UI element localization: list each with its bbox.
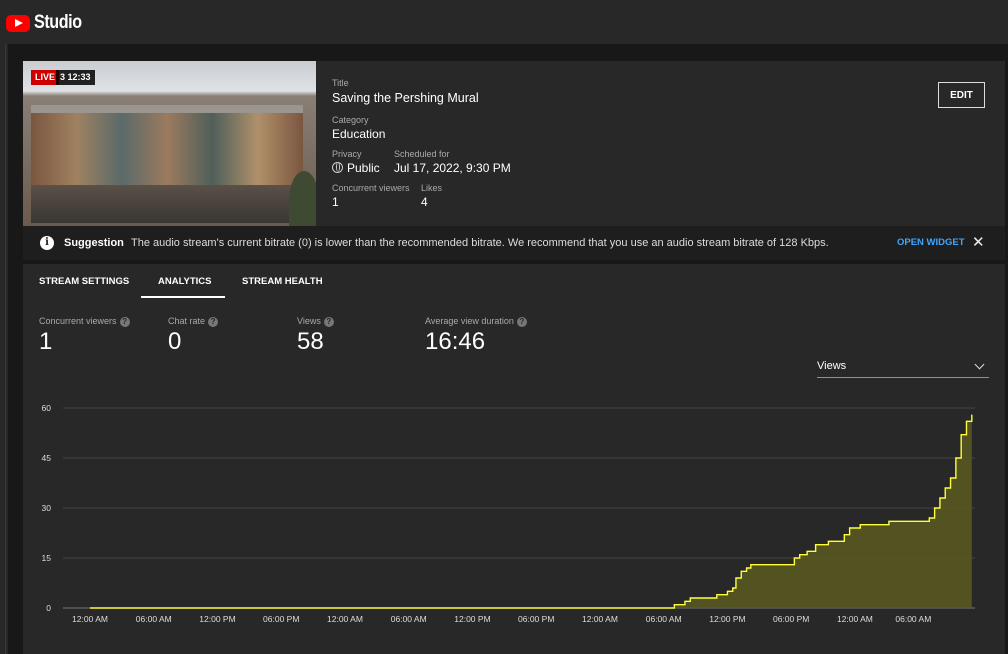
stat-label-chat-rate: Chat rate?	[168, 316, 219, 327]
help-icon[interactable]: ?	[119, 317, 130, 327]
y-tick-label: 0	[46, 603, 51, 613]
suggestion-title: Suggestion	[64, 237, 124, 249]
x-tick-label: 06:00 PM	[263, 614, 299, 624]
suggestion-banner: i Suggestion The audio stream's current …	[23, 226, 1005, 260]
stat-label-views: Views?	[297, 316, 334, 327]
studio-logo[interactable]: Studio	[6, 12, 90, 34]
stat-label-concurrent-viewers: Concurrent viewers?	[39, 316, 130, 327]
likes-label: Likes	[421, 183, 443, 193]
tree-image	[289, 171, 316, 226]
youtube-logo-icon	[6, 14, 30, 32]
stat-label-average-view-duration: Average view duration?	[425, 316, 527, 327]
x-tick-label: 12:00 PM	[709, 614, 745, 624]
x-tick-label: 06:00 AM	[646, 614, 682, 624]
metric-select[interactable]: Views	[817, 358, 989, 378]
top-bar: Studio	[0, 0, 1008, 44]
stream-title: Saving the Pershing Mural	[332, 91, 479, 105]
y-tick-label: 15	[42, 553, 52, 563]
stat-value-views: 58	[297, 328, 324, 355]
tab-stream-settings[interactable]: STREAM SETTINGS	[39, 276, 129, 287]
x-tick-label: 12:00 AM	[837, 614, 873, 624]
x-tick-label: 06:00 AM	[391, 614, 427, 624]
x-tick-label: 12:00 PM	[454, 614, 490, 624]
y-tick-label: 30	[42, 503, 52, 513]
edit-button[interactable]: EDIT	[938, 82, 985, 108]
privacy-label: Privacy	[332, 149, 362, 159]
category-label: Category	[332, 115, 369, 125]
likes-value: 4	[421, 195, 428, 209]
tab-stream-health[interactable]: STREAM HEALTH	[242, 276, 323, 287]
left-sidebar	[0, 44, 8, 654]
tab-analytics[interactable]: ANALYTICS	[158, 276, 212, 287]
concurrent-viewers-label: Concurrent viewers	[332, 183, 410, 193]
x-tick-label: 06:00 PM	[773, 614, 809, 624]
mural-image	[31, 105, 303, 223]
scheduled-value: Jul 17, 2022, 9:30 PM	[394, 161, 511, 175]
globe-icon	[332, 162, 343, 173]
y-tick-label: 60	[42, 403, 52, 413]
help-icon[interactable]: ?	[516, 317, 527, 327]
suggestion-text: The audio stream's current bitrate (0) i…	[131, 237, 829, 249]
active-tab-indicator	[141, 296, 225, 298]
elapsed-time-badge: 3 12:33	[56, 70, 95, 85]
info-icon: i	[40, 236, 54, 250]
metric-select-value: Views	[817, 360, 847, 372]
analytics-panel: STREAM SETTINGS ANALYTICS STREAM HEALTH …	[23, 264, 1005, 654]
close-icon[interactable]: ✕	[972, 233, 985, 251]
stream-info-card: LIVE 3 12:33 Title Saving the Pershing M…	[23, 61, 1005, 226]
concurrent-viewers-value: 1	[332, 195, 339, 209]
live-badge: LIVE	[31, 70, 60, 85]
views-chart: 0 15 30 45 60 12:00 AM 06:00 AM 12:00 PM 06:00 P…	[42, 403, 975, 624]
stream-thumbnail[interactable]: LIVE 3 12:33	[23, 61, 316, 226]
stat-value-chat-rate: 0	[168, 328, 182, 355]
y-tick-label: 45	[42, 453, 52, 463]
x-tick-label: 12:00 AM	[327, 614, 363, 624]
x-tick-label: 06:00 AM	[136, 614, 172, 624]
stat-value-average-view-duration: 16:46	[425, 328, 486, 355]
x-tick-label: 12:00 AM	[582, 614, 618, 624]
x-tick-label: 12:00 PM	[199, 614, 235, 624]
x-tick-label: 06:00 PM	[518, 614, 554, 624]
x-tick-label: 06:00 AM	[895, 614, 931, 624]
chevron-down-icon	[974, 359, 985, 370]
help-icon[interactable]: ?	[323, 317, 334, 327]
views-area	[90, 414, 972, 608]
x-tick-label: 12:00 AM	[72, 614, 108, 624]
scheduled-label: Scheduled for	[394, 149, 450, 159]
category-value: Education	[332, 127, 386, 141]
app-name: Studio	[34, 12, 82, 33]
title-label: Title	[332, 78, 349, 88]
privacy-text: Public	[347, 161, 380, 175]
privacy-value: Public	[332, 161, 380, 175]
help-icon[interactable]: ?	[208, 317, 219, 327]
open-widget-button[interactable]: OPEN WIDGET	[897, 237, 965, 248]
stat-value-concurrent-viewers: 1	[39, 328, 53, 355]
